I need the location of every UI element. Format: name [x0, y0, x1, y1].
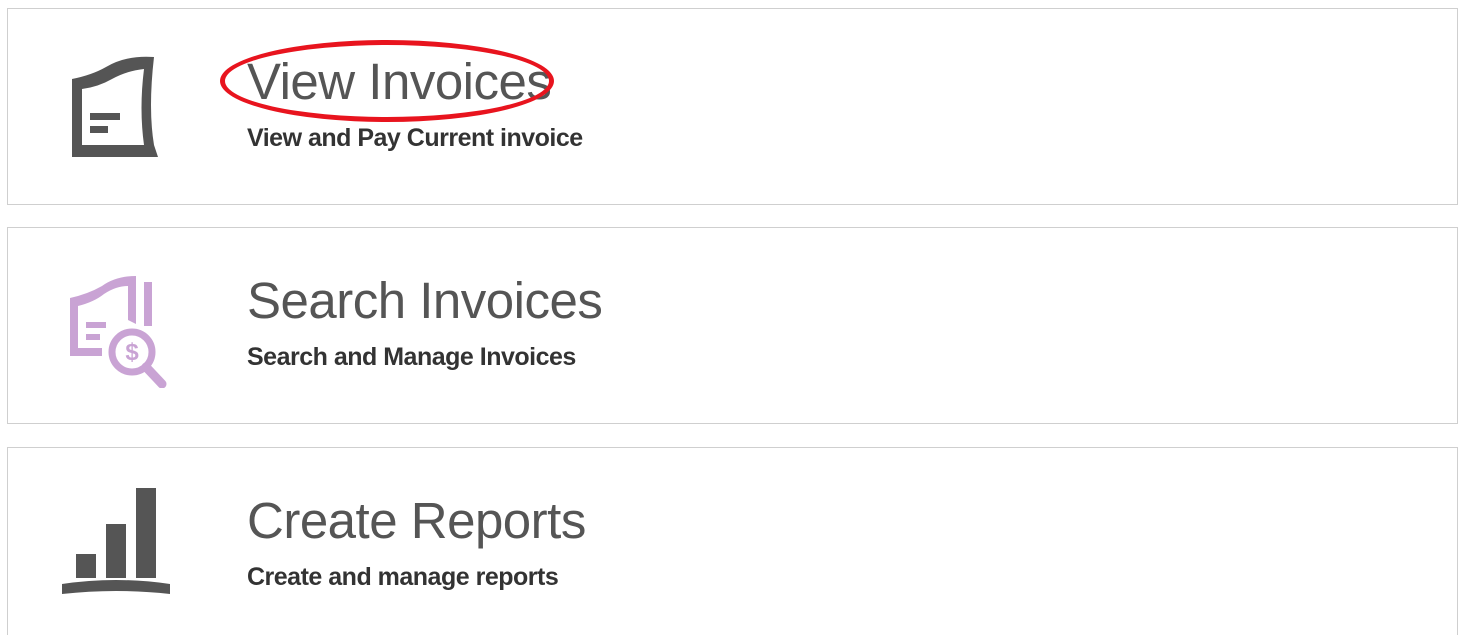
card-title[interactable]: View Invoices — [247, 53, 552, 111]
create-reports-card[interactable]: Create Reports Create and manage reports — [7, 447, 1458, 635]
card-title[interactable]: Create Reports — [247, 492, 586, 550]
search-invoice-dollar-icon: $ — [58, 268, 178, 388]
card-subtitle: Create and manage reports — [247, 563, 559, 591]
view-invoices-card[interactable]: View Invoices View and Pay Current invoi… — [7, 8, 1458, 205]
card-subtitle: View and Pay Current invoice — [247, 124, 583, 152]
page: View Invoices View and Pay Current invoi… — [0, 0, 1464, 635]
bar-chart-icon — [58, 488, 178, 608]
svg-text:$: $ — [125, 339, 139, 366]
card-subtitle: Search and Manage Invoices — [247, 343, 576, 371]
card-title[interactable]: Search Invoices — [247, 272, 603, 330]
invoice-document-icon — [58, 49, 178, 169]
search-invoices-card[interactable]: $ Search Invoices Search and Manage Invo… — [7, 227, 1458, 424]
